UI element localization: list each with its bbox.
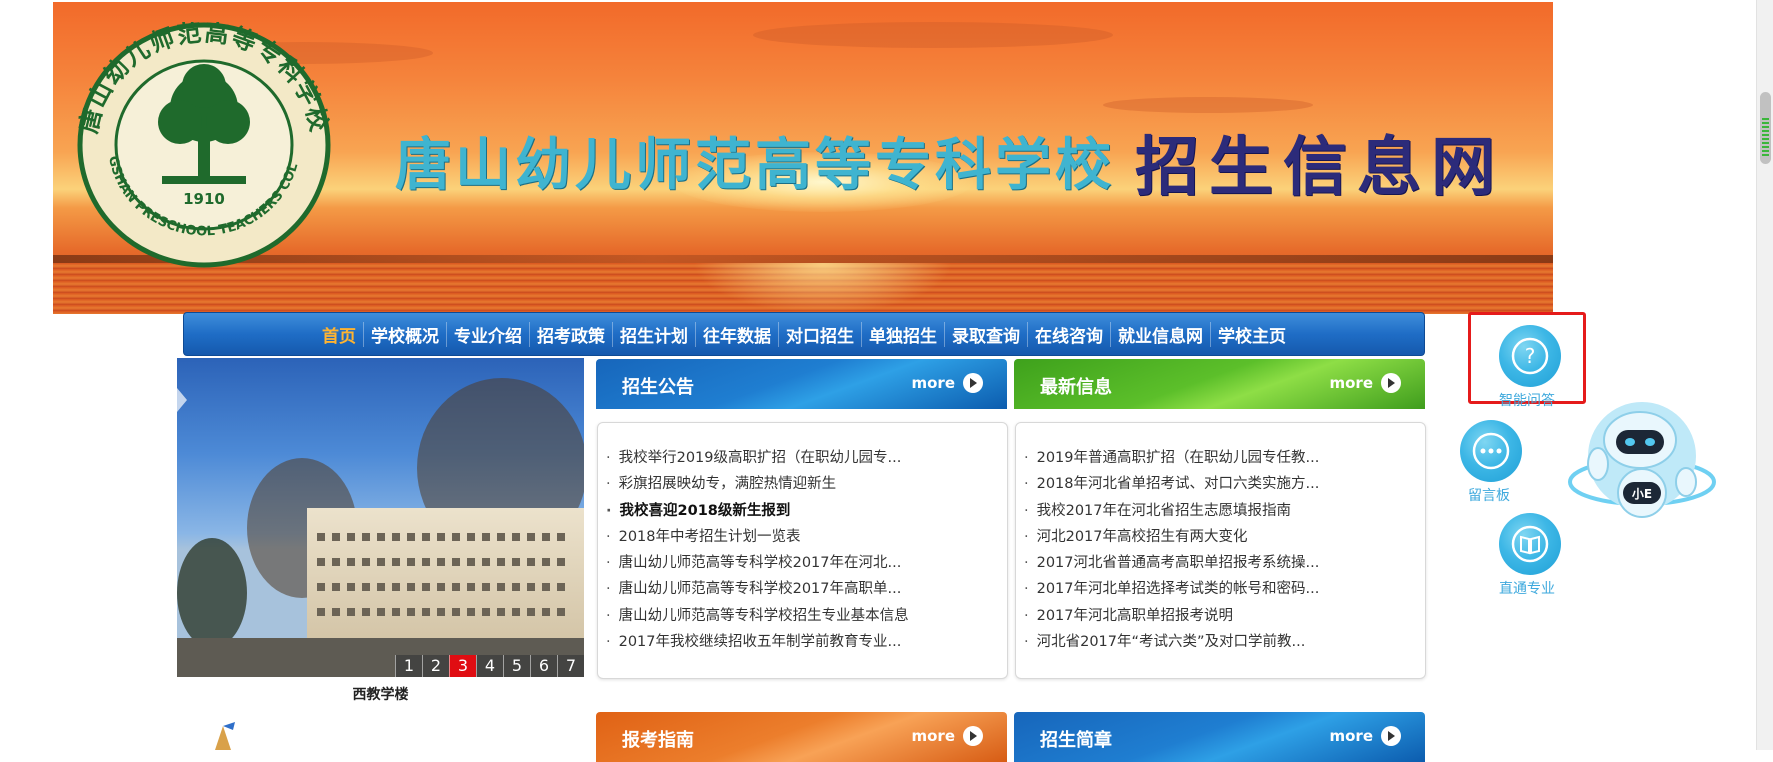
school-name: 唐山幼儿师范高等专科学校 (395, 132, 1115, 198)
arrow-right-circle-icon (963, 373, 983, 393)
admission-brochure-header: 招生简章 more (1014, 712, 1425, 762)
panel-title: 招生简章 (1040, 730, 1112, 751)
news-item[interactable]: 2017年我校继续招收五年制学前教育专业... (606, 629, 1007, 655)
news-item[interactable]: 唐山幼儿师范高等专科学校2017年在河北... (606, 550, 1007, 576)
slide-page-button[interactable]: 6 (530, 655, 557, 677)
arrow-right-circle-icon (963, 726, 983, 746)
slide-pager: 1 2 3 4 5 6 7 (395, 655, 584, 677)
panel-title: 报考指南 (622, 730, 694, 751)
slide-page-button[interactable]: 5 (503, 655, 530, 677)
news-item[interactable]: 2018年中考招生计划一览表 (606, 524, 1007, 550)
nav-item-counterpart[interactable]: 对口招生 (778, 321, 861, 347)
news-item[interactable]: 我校喜迎2018级新生报到 (606, 498, 1007, 524)
photo-slideshow[interactable]: 1 2 3 4 5 6 7 (177, 358, 584, 677)
cloud (1103, 97, 1313, 113)
tree (177, 538, 247, 648)
cloud (753, 22, 1113, 48)
nav-item-policy[interactable]: 招考政策 (529, 321, 612, 347)
news-item[interactable]: 我校举行2019级高职扩招（在职幼儿园专... (606, 445, 1007, 471)
more-link[interactable]: more (911, 726, 983, 746)
news-item[interactable]: 彩旗招展映幼专，满腔热情迎新生 (606, 471, 1007, 497)
message-board-label[interactable]: 留言板 (1468, 485, 1510, 505)
more-link[interactable]: more (911, 373, 983, 393)
page-scrollbar[interactable] (1756, 0, 1773, 750)
more-link[interactable]: more (1329, 726, 1401, 746)
prev-slide-arrow-icon[interactable] (177, 388, 187, 412)
nav-item-plan[interactable]: 招生计划 (612, 321, 695, 347)
news-item[interactable]: 2019年普通高职扩招（在职幼儿园专任教... (1024, 445, 1425, 471)
news-item[interactable]: 我校2017年在河北省招生志愿填报指南 (1024, 498, 1425, 524)
slide-page-button[interactable]: 7 (557, 655, 584, 677)
slide-page-button-active[interactable]: 3 (449, 655, 476, 677)
main-nav: 首页 学校概况 专业介绍 招考政策 招生计划 往年数据 对口招生 单独招生 录取… (183, 312, 1425, 356)
slide-page-button[interactable]: 4 (476, 655, 503, 677)
slide-caption: 西教学楼 (352, 687, 409, 703)
slide-page-button[interactable]: 1 (395, 655, 422, 677)
arrow-right-circle-icon (1381, 373, 1401, 393)
building (307, 508, 584, 648)
news-item[interactable]: 2017年河北高职单招报考说明 (1024, 603, 1425, 629)
flag-icon (215, 722, 235, 750)
school-seal-logo: 唐山幼儿师范高等专科学校 TANGSHAN PRESCHOOL TEACHERS… (76, 22, 332, 268)
slide-page-button[interactable]: 2 (422, 655, 449, 677)
news-item[interactable]: 河北2017年高校招生有两大变化 (1024, 524, 1425, 550)
ellipsis-icon (1472, 432, 1510, 470)
news-item[interactable]: 2017年河北单招选择考试类的帐号和密码... (1024, 576, 1425, 602)
news-item[interactable]: 2018年河北省单招考试、对口六类实施方... (1024, 471, 1425, 497)
panel-title: 招生公告 (622, 377, 694, 398)
more-label: more (911, 727, 955, 745)
header-banner: 唐山幼儿师范高等专科学校 TANGSHAN PRESCHOOL TEACHERS… (53, 2, 1553, 314)
latest-info-header: 最新信息 more (1014, 359, 1425, 409)
robot-icon[interactable]: 小E (1568, 398, 1716, 536)
nav-item-admission-query[interactable]: 录取查询 (944, 321, 1027, 347)
site-name: 招生信息网 (1135, 130, 1505, 205)
admission-notice-header: 招生公告 more (596, 359, 1007, 409)
news-item[interactable]: 唐山幼儿师范高等专科学校2017年高职单... (606, 576, 1007, 602)
arrow-right-circle-icon (1381, 726, 1401, 746)
exam-guide-header: 报考指南 more (596, 712, 1007, 762)
direct-majors-label[interactable]: 直通专业 (1499, 578, 1555, 598)
more-link[interactable]: more (1329, 373, 1401, 393)
nav-item-online-consult[interactable]: 在线咨询 (1027, 321, 1110, 347)
more-label: more (1329, 374, 1373, 392)
smart-qa-button[interactable]: ? (1499, 325, 1561, 387)
panel-title: 最新信息 (1040, 377, 1112, 398)
nav-item-separate[interactable]: 单独招生 (861, 321, 944, 347)
admission-notice-list: 我校举行2019级高职扩招（在职幼儿园专... 彩旗招展映幼专，满腔热情迎新生 … (597, 422, 1008, 679)
question-icon: ? (1511, 337, 1549, 375)
sun-reflection (693, 263, 953, 314)
svg-text:?: ? (1525, 344, 1536, 368)
news-item[interactable]: 河北省2017年“考试六类”及对口学前教... (1024, 629, 1425, 655)
news-item[interactable]: 唐山幼儿师范高等专科学校招生专业基本信息 (606, 603, 1007, 629)
direct-majors-button[interactable] (1499, 513, 1561, 575)
nav-item-past-data[interactable]: 往年数据 (695, 321, 778, 347)
more-label: more (1329, 727, 1373, 745)
nav-item-majors[interactable]: 专业介绍 (446, 321, 529, 347)
robot-badge: 小E (1632, 486, 1652, 501)
seal-year: 1910 (183, 190, 225, 208)
latest-info-list: 2019年普通高职扩招（在职幼儿园专任教... 2018年河北省单招考试、对口六… (1015, 422, 1426, 679)
news-item[interactable]: 2017河北省普通高考高职单招报考系统操... (1024, 550, 1425, 576)
more-label: more (911, 374, 955, 392)
nav-item-school-overview[interactable]: 学校概况 (363, 321, 446, 347)
book-icon (1511, 525, 1549, 563)
nav-item-home[interactable]: 首页 (315, 322, 363, 347)
message-board-button[interactable] (1460, 420, 1522, 482)
nav-item-school-home[interactable]: 学校主页 (1210, 321, 1293, 347)
smart-qa-label[interactable]: 智能问答 (1499, 390, 1555, 410)
nav-item-employment[interactable]: 就业信息网 (1110, 321, 1210, 347)
